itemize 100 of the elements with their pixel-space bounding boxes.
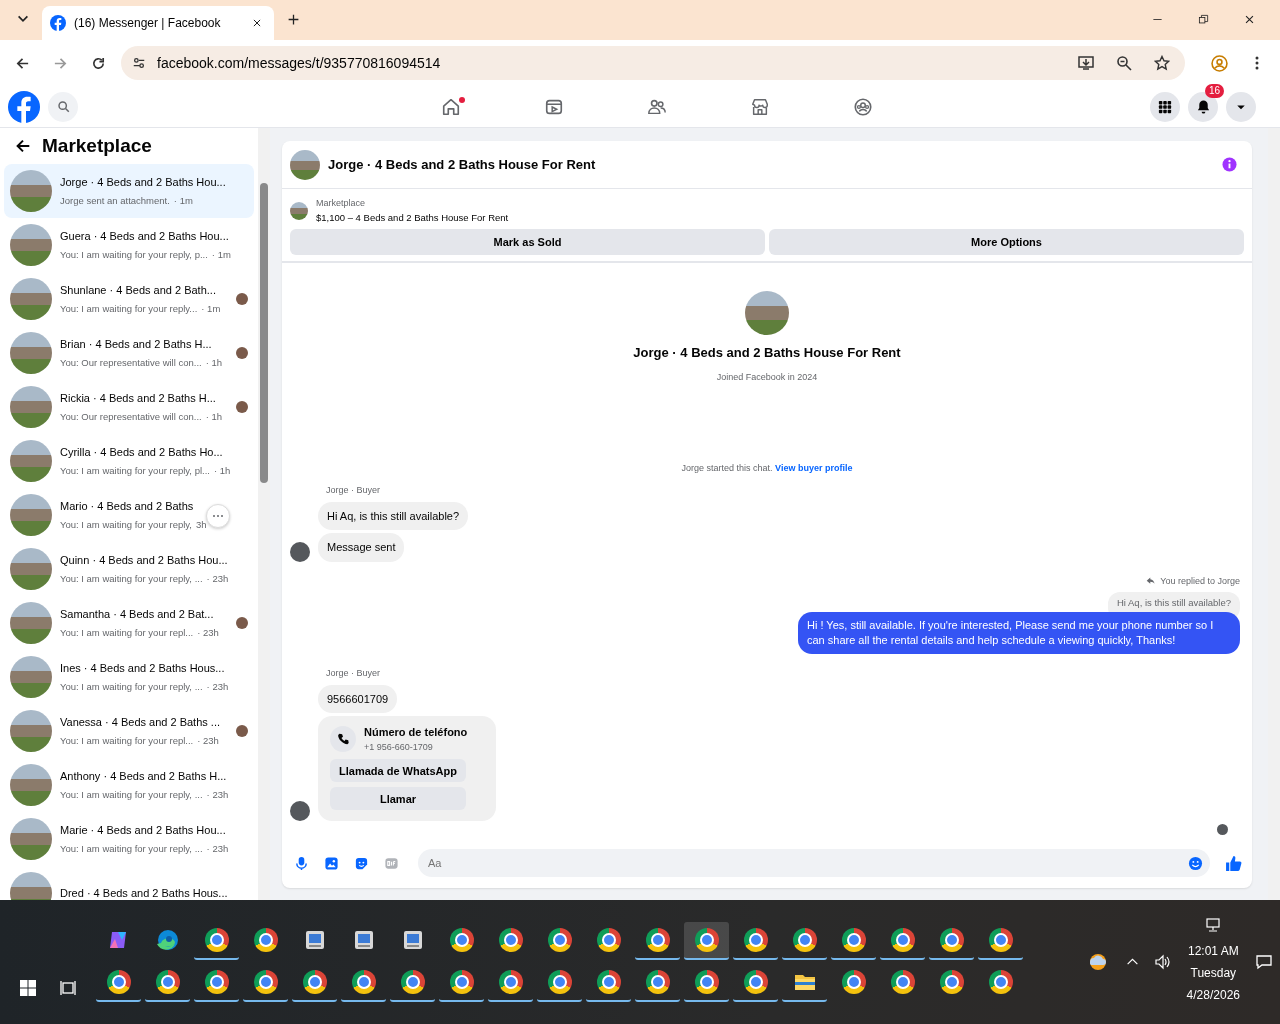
photo-placeholder	[10, 440, 52, 482]
sender-label: Jorge · Buyer	[326, 667, 381, 681]
browser-icon	[743, 970, 768, 994]
photo-placeholder	[10, 332, 52, 374]
view-buyer-profile-link[interactable]: View buyer profile	[775, 463, 853, 473]
storefront-icon	[749, 96, 770, 117]
photo-placeholder	[745, 291, 789, 335]
address-bar[interactable]: facebook.com/messages/t/935770816094514	[121, 46, 1185, 80]
scrollbar[interactable]	[1268, 128, 1280, 900]
taskbar-app-button[interactable]	[684, 922, 729, 960]
conversation-item[interactable]: Anthony · 4 Beds and 2 Baths H... You: I am waiting for your reply, ... · 23h	[4, 758, 254, 812]
message-time: · 23h	[197, 626, 219, 641]
network-icon[interactable]	[1206, 918, 1221, 932]
conversation-name: Shunlane · 4 Beds and 2 Bath...	[60, 282, 217, 298]
browser-icon	[449, 970, 474, 994]
profile-name: Jorge · 4 Beds and 2 Baths House For Rent	[633, 344, 901, 362]
photo-placeholder	[10, 602, 52, 644]
plus-icon	[286, 12, 300, 26]
photo-placeholder	[10, 224, 52, 266]
chat-started-text: Jorge started this chat.	[681, 463, 774, 473]
close-icon	[1243, 13, 1255, 25]
url-text: facebook.com/messages/t/935770816094514	[157, 53, 442, 73]
sender-label: Jorge · Buyer	[326, 484, 381, 497]
conversation-item[interactable]: Marie · 4 Beds and 2 Baths Hou... You: I am waiting for your reply, ... · 23h	[4, 812, 254, 866]
message-time: · 23h	[206, 680, 229, 695]
conversation-item[interactable]: Cyrilla · 4 Beds and 2 Baths Ho... You: I am waiting for your reply, pl... · 1h	[4, 434, 254, 488]
gif-icon	[383, 855, 399, 871]
photo-placeholder	[10, 818, 52, 860]
browser-icon	[939, 970, 964, 994]
conversation-item[interactable]: Mario · 4 Beds and 2 Baths You: I am waiting for your reply, 3h	[4, 488, 254, 542]
conversation-item[interactable]: Ines · 4 Beds and 2 Baths Hous... You: I am waiting for your reply, ... · 23h	[4, 650, 254, 704]
conversation-name: Cyrilla · 4 Beds and 2 Baths Ho...	[60, 444, 224, 460]
info-icon	[1221, 157, 1237, 172]
clock-date[interactable]: 4/28/2026	[1186, 984, 1240, 1006]
browser-icon	[792, 928, 817, 952]
person-circle-icon	[1210, 54, 1228, 72]
browser-icon	[547, 970, 572, 994]
microphone-icon	[293, 855, 309, 871]
restore-icon	[1197, 13, 1209, 25]
message-preview: You: I am waiting for your reply, ...	[60, 842, 203, 857]
browser-icon	[253, 928, 278, 952]
sidebar-title: Marketplace	[42, 133, 152, 158]
contact-action-button[interactable]: Llamar	[330, 787, 466, 811]
browser-icon	[645, 970, 670, 994]
clock-day[interactable]: Tuesday	[1186, 962, 1240, 984]
browser-icon	[743, 928, 768, 952]
conversation-item[interactable]: Vanessa · 4 Beds and 2 Baths ... You: I am waiting for your repl... · 23h	[4, 704, 254, 758]
photo-placeholder	[10, 656, 52, 698]
conversation-item[interactable]: Samantha · 4 Beds and 2 Bat... You: I am waiting for your repl... · 23h	[4, 596, 254, 650]
reload-icon	[90, 55, 106, 71]
notification-icon[interactable]	[1256, 954, 1272, 970]
grid-icon	[1158, 99, 1172, 114]
windows-logo-icon	[20, 980, 36, 996]
browser-icon	[939, 928, 964, 952]
message-time: · 1m	[211, 248, 231, 263]
browser-icon	[204, 970, 229, 994]
message-preview: You: I am waiting for your reply...	[60, 302, 198, 317]
scrollbar[interactable]	[258, 128, 270, 900]
message-preview: You: I am waiting for your reply,	[60, 518, 192, 533]
speaker-icon[interactable]	[1154, 954, 1171, 970]
message-preview: You: I am waiting for your reply, ...	[60, 680, 203, 695]
browser-icon	[890, 928, 915, 952]
contact-action-button[interactable]: Llamada de WhatsApp	[330, 759, 466, 783]
listing-action-button[interactable]: More Options	[769, 228, 1244, 255]
zoom-icon	[1115, 55, 1132, 71]
conversation-item[interactable]: Quinn · 4 Beds and 2 Baths Hou... You: I am waiting for your reply, ... · 23h	[4, 542, 254, 596]
conversation-item[interactable]: Brian · 4 Beds and 2 Baths H... You: Our representative will con... · 1h	[4, 326, 254, 380]
message-input[interactable]: Aa	[418, 849, 1210, 877]
photo-placeholder	[10, 494, 52, 536]
photo-placeholder	[10, 170, 52, 212]
reply-label: You replied to Jorge	[1160, 574, 1240, 588]
conversation-item[interactable]: Guera · 4 Beds and 2 Baths Hou... You: I am waiting for your reply, p... · 1m	[4, 218, 254, 272]
browser-icon	[694, 970, 719, 994]
browser-icon	[253, 970, 278, 994]
message-time: · 23h	[206, 842, 229, 857]
conversation-item[interactable]: Jorge · 4 Beds and 2 Baths Hou... Jorge sent an attachment. · 1m	[4, 164, 254, 218]
conversation-name: Ines · 4 Beds and 2 Baths Hous...	[60, 660, 226, 676]
menu-icon	[1255, 56, 1260, 70]
conversation-item[interactable]: Rickia · 4 Beds and 2 Baths H... You: Our representative will con... · 1h	[4, 380, 254, 434]
conversation-item[interactable]: Shunlane · 4 Beds and 2 Bath... You: I am waiting for your reply... · 1m	[4, 272, 254, 326]
conversation-name: Guera · 4 Beds and 2 Baths Hou...	[60, 228, 230, 244]
bell-icon	[1195, 99, 1211, 114]
message-preview: You: I am waiting for your reply, ...	[60, 788, 203, 803]
joined-text: Joined Facebook in 2024	[716, 370, 818, 384]
browser-icon	[596, 928, 621, 952]
clock-time[interactable]: 12:01 AM	[1186, 940, 1240, 962]
message-preview: Jorge sent an attachment.	[60, 194, 170, 209]
conversation-name: Dred · 4 Beds and 2 Baths Hous...	[60, 885, 229, 900]
photo-placeholder	[10, 764, 52, 806]
message-preview: You: Our representative will con...	[60, 356, 202, 371]
sticker-icon	[353, 855, 369, 871]
back-arrow-icon	[14, 137, 32, 155]
browser-tab[interactable]: (16) Messenger | Facebook	[42, 6, 274, 40]
browser-icon	[400, 970, 425, 994]
browser-icon	[498, 970, 523, 994]
menu-button[interactable]	[1150, 91, 1180, 122]
search-button[interactable]	[48, 91, 78, 122]
listing-action-button[interactable]: Mark as Sold	[290, 228, 765, 255]
browser-icon	[155, 970, 180, 994]
facebook-logo-icon[interactable]	[8, 90, 40, 123]
